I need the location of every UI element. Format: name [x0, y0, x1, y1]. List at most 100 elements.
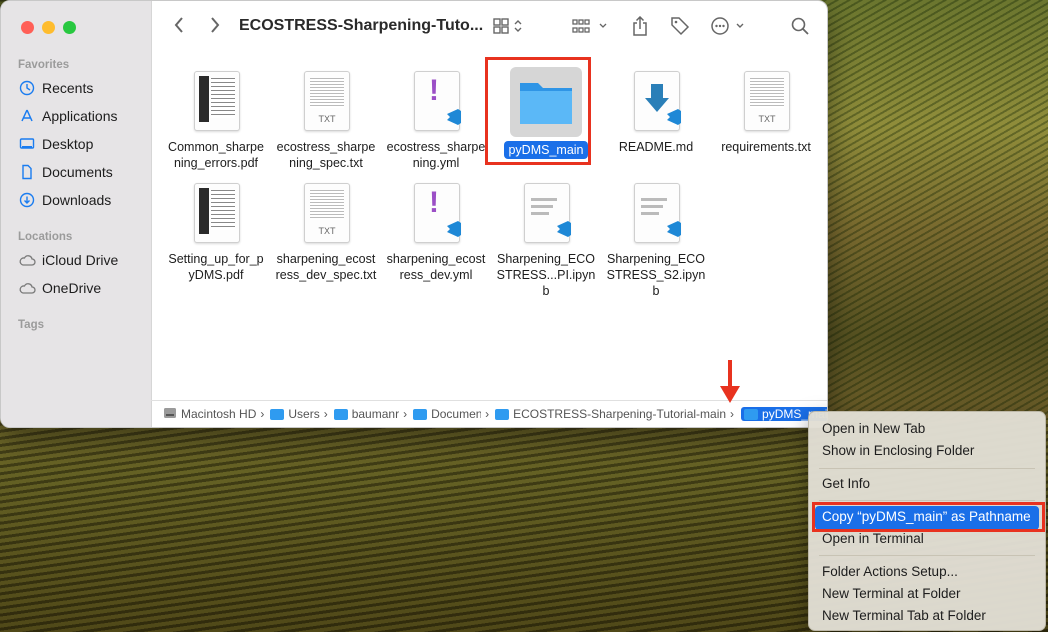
pdf-document-icon: [186, 67, 246, 133]
view-mode-button[interactable]: [491, 16, 527, 40]
favorites-header: Favorites: [18, 59, 70, 71]
sidebar-item-label: Recents: [42, 80, 94, 96]
group-icon: [572, 18, 610, 39]
disk-icon: [163, 407, 177, 422]
desktop-icon: [18, 135, 36, 153]
search-icon: [791, 17, 809, 40]
back-button[interactable]: [169, 16, 189, 38]
file-item[interactable]: ! sharpening_ecost ress_dev.yml: [381, 179, 491, 283]
yaml-vscode-icon: !: [406, 67, 466, 133]
folder-item[interactable]: pyDMS_main: [485, 57, 601, 165]
ellipsis-circle-icon: [710, 16, 748, 41]
sidebar-item-recents[interactable]: Recents: [18, 78, 93, 98]
file-name: Sharpening_ECO STRESS_S2.ipynb: [606, 252, 706, 298]
menu-item-new-terminal-at-folder[interactable]: New Terminal at Folder: [822, 586, 961, 601]
file-name: sharpening_ecost ress_dev_spec.txt: [275, 252, 377, 282]
folder-icon: [495, 408, 510, 420]
annotation-arrow-icon: [718, 360, 742, 409]
annotation-highlight-box: [485, 57, 591, 165]
forward-button[interactable]: [205, 16, 225, 38]
tags-header: Tags: [18, 319, 44, 331]
sidebar-item-icloud-drive[interactable]: iCloud Drive: [18, 250, 118, 270]
zoom-button[interactable]: [63, 21, 76, 34]
markdown-vscode-icon: [626, 67, 686, 133]
sidebar-item-label: Desktop: [42, 136, 94, 152]
file-name: README.md: [618, 140, 694, 154]
path-label: Documents: [431, 407, 481, 421]
file-name: ecostress_sharpe ning_spec.txt: [276, 140, 376, 170]
path-segment[interactable]: Documents ›: [410, 407, 492, 421]
share-icon: [632, 15, 648, 41]
sidebar-item-desktop[interactable]: Desktop: [18, 134, 93, 154]
path-segment[interactable]: Macintosh HD ›: [151, 407, 267, 422]
sidebar-item-label: Downloads: [42, 192, 112, 208]
annotation-highlight-box: [812, 502, 1045, 532]
menu-item-get-info[interactable]: Get Info: [822, 476, 870, 491]
share-button[interactable]: [629, 15, 651, 41]
document-icon: [18, 163, 36, 181]
chevron-left-icon: [174, 16, 184, 38]
sidebar-item-documents[interactable]: Documents: [18, 162, 113, 182]
grid-icon: [493, 17, 525, 39]
file-name: ecostress_sharpe ning.yml: [386, 140, 486, 170]
menu-item-show-in-enclosing-folder[interactable]: Show in Enclosing Folder: [822, 443, 974, 458]
path-label: baumanr: [351, 407, 400, 421]
group-by-button[interactable]: [571, 16, 611, 40]
file-item[interactable]: TXT sharpening_ecost ress_dev_spec.txt: [271, 179, 381, 283]
more-actions-button[interactable]: [709, 16, 749, 40]
folder-icon: [744, 408, 759, 420]
minimize-button[interactable]: [42, 21, 55, 34]
path-label: Users: [288, 407, 320, 421]
path-label: Macintosh HD: [181, 407, 257, 421]
locations-header: Locations: [18, 231, 73, 243]
file-name: requirements.txt: [721, 140, 811, 154]
menu-item-open-in-terminal[interactable]: Open in Terminal: [822, 531, 924, 546]
menu-item-folder-actions-setup[interactable]: Folder Actions Setup...: [822, 564, 958, 579]
file-item[interactable]: Sharpening_ECO STRESS...PI.ipynb: [491, 179, 601, 299]
chevron-right-icon: [210, 16, 220, 38]
notebook-vscode-icon: [516, 179, 576, 245]
sidebar-item-applications[interactable]: Applications: [18, 106, 118, 126]
cloud-icon: [18, 279, 36, 297]
sidebar-item-downloads[interactable]: Downloads: [18, 190, 111, 210]
close-button[interactable]: [21, 21, 34, 34]
path-segment[interactable]: baumanr ›: [331, 407, 410, 421]
file-name: Setting_up_for_p yDMS.pdf: [168, 252, 264, 282]
menu-item-new-terminal-tab-at-folder[interactable]: New Terminal Tab at Folder: [822, 608, 986, 623]
file-name: Common_sharpe ning_errors.pdf: [168, 140, 264, 170]
cloud-icon: [18, 251, 36, 269]
file-name: sharpening_ecost ress_dev.yml: [386, 252, 486, 282]
sidebar-item-label: OneDrive: [42, 280, 102, 296]
window-title: ECOSTRESS-Sharpening-Tuto...: [239, 17, 484, 34]
text-document-icon: TXT: [296, 179, 356, 245]
text-document-icon: TXT: [736, 67, 796, 133]
tag-icon: [670, 16, 690, 41]
yaml-vscode-icon: !: [406, 179, 466, 245]
file-grid: Common_sharpe ning_errors.pdf TXT ecostres…: [151, 55, 827, 401]
sidebar: Favorites Recents Applications Desktop D…: [1, 1, 152, 427]
menu-item-open-in-new-tab[interactable]: Open in New Tab: [822, 421, 925, 436]
sidebar-item-onedrive[interactable]: OneDrive: [18, 278, 101, 298]
path-segment[interactable]: ECOSTRESS-Sharpening-Tutorial-main ›: [492, 407, 737, 421]
folder-icon: [413, 408, 428, 420]
file-item[interactable]: README.md: [601, 67, 711, 155]
file-item[interactable]: Sharpening_ECO STRESS_S2.ipynb: [601, 179, 711, 299]
sidebar-item-label: iCloud Drive: [42, 252, 119, 268]
path-label: ECOSTRESS-Sharpening-Tutorial-main: [513, 407, 727, 421]
window-controls: [21, 21, 76, 34]
file-item[interactable]: ! ecostress_sharpe ning.yml: [381, 67, 491, 171]
clock-icon: [18, 79, 36, 97]
tag-button[interactable]: [668, 15, 692, 41]
file-item[interactable]: Common_sharpe ning_errors.pdf: [161, 67, 271, 171]
notebook-vscode-icon: [626, 179, 686, 245]
folder-icon: [333, 408, 348, 420]
menu-separator: [819, 500, 1035, 501]
applications-icon: [18, 107, 36, 125]
search-button[interactable]: [789, 16, 811, 40]
path-segment[interactable]: Users ›: [267, 407, 330, 421]
menu-separator: [819, 555, 1035, 556]
file-item[interactable]: TXT requirements.txt: [711, 67, 821, 155]
file-item[interactable]: Setting_up_for_p yDMS.pdf: [161, 179, 271, 283]
file-name: Sharpening_ECO STRESS...PI.ipynb: [496, 252, 596, 298]
file-item[interactable]: TXT ecostress_sharpe ning_spec.txt: [271, 67, 381, 171]
